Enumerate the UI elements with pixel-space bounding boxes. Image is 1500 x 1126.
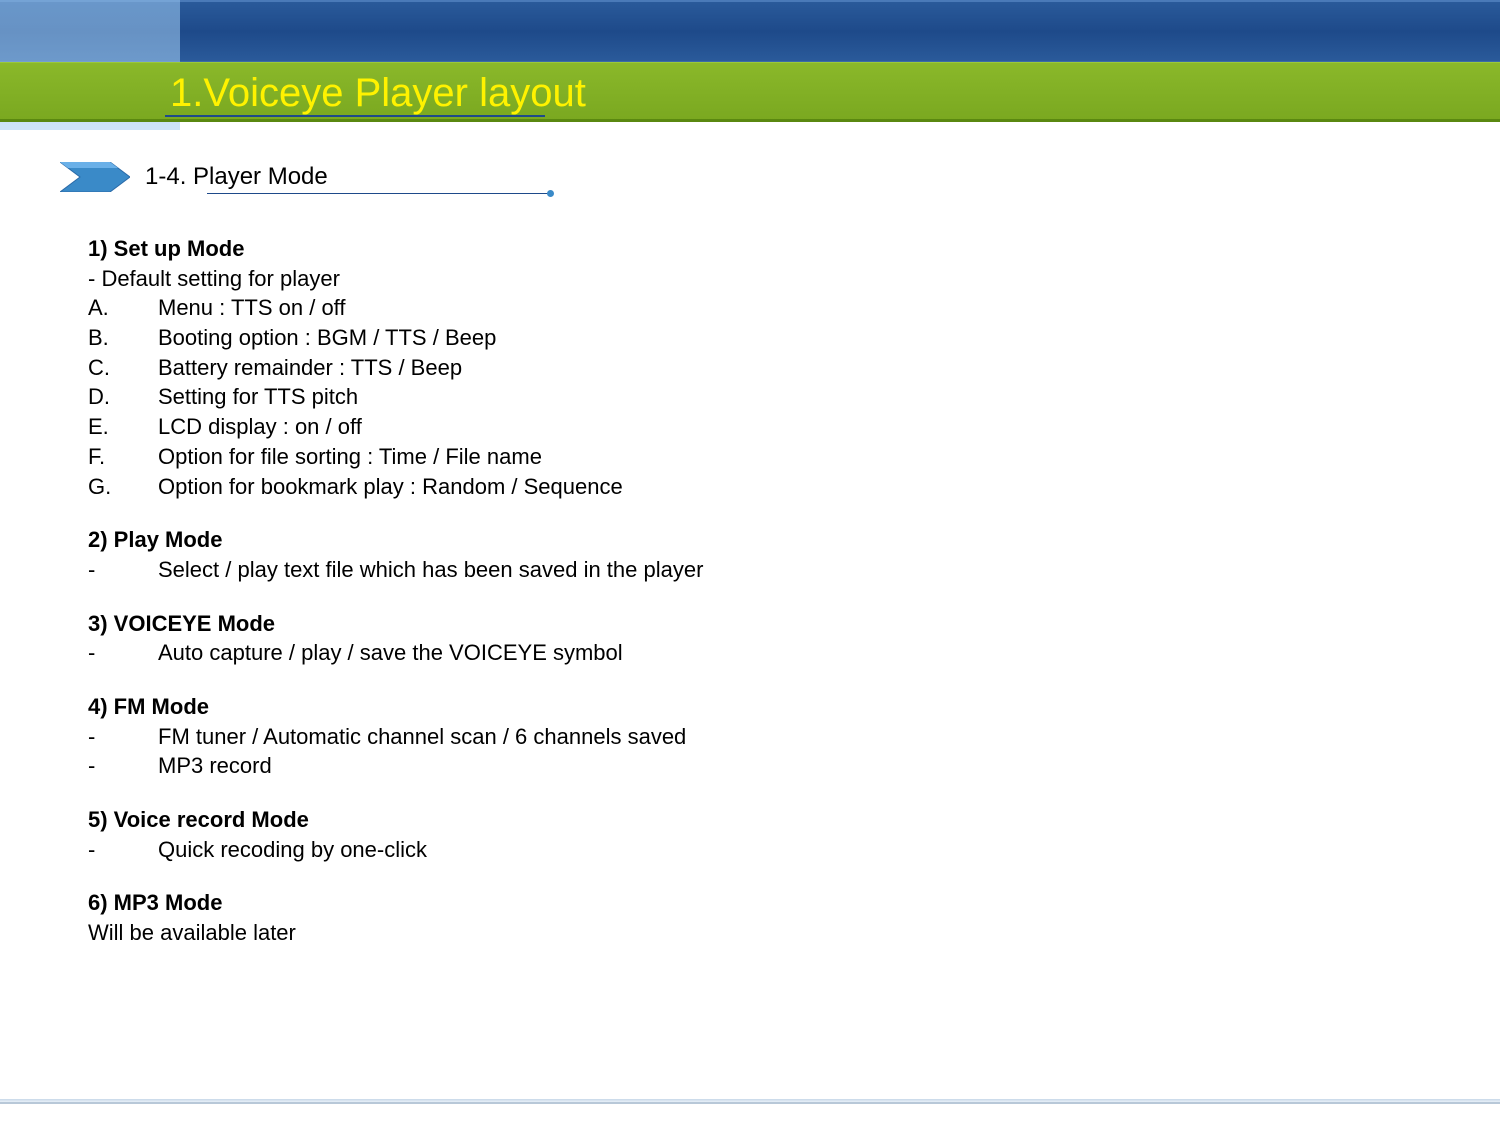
slide-title: 1.Voiceye Player layout xyxy=(0,63,1500,123)
section-title: 5) Voice record Mode xyxy=(88,805,1500,835)
list-item: C.Battery remainder : TTS / Beep xyxy=(88,353,1500,383)
subtitle-text: 1-4. Player Mode xyxy=(145,163,328,191)
item-label: G. xyxy=(88,472,158,502)
item-label: F. xyxy=(88,442,158,472)
item-text: Battery remainder : TTS / Beep xyxy=(158,353,462,383)
item-label: C. xyxy=(88,353,158,383)
subtitle-dot-icon xyxy=(547,190,554,197)
list-item: -Auto capture / play / save the VOICEYE … xyxy=(88,638,1500,668)
item-text: Booting option : BGM / TTS / Beep xyxy=(158,323,496,353)
subtitle-row: 1-4. Player Mode xyxy=(60,162,1500,192)
section-title: 3) VOICEYE Mode xyxy=(88,609,1500,639)
section-setup-mode: 1) Set up Mode - Default setting for pla… xyxy=(88,234,1500,501)
list-item: -Quick recoding by one-click xyxy=(88,835,1500,865)
item-text: Auto capture / play / save the VOICEYE s… xyxy=(158,638,623,668)
item-label: E. xyxy=(88,412,158,442)
section-voice-record-mode: 5) Voice record Mode -Quick recoding by … xyxy=(88,805,1500,864)
item-label: - xyxy=(88,835,158,865)
section-trailing-text: Will be available later xyxy=(88,918,1500,948)
section-title: 4) FM Mode xyxy=(88,692,1500,722)
item-label: - xyxy=(88,722,158,752)
item-label: A. xyxy=(88,293,158,323)
item-text: Option for file sorting : Time / File na… xyxy=(158,442,542,472)
item-label: B. xyxy=(88,323,158,353)
list-item: G.Option for bookmark play : Random / Se… xyxy=(88,472,1500,502)
section-play-mode: 2) Play Mode -Select / play text file wh… xyxy=(88,525,1500,584)
item-text: Quick recoding by one-click xyxy=(158,835,427,865)
item-label: - xyxy=(88,638,158,668)
item-text: FM tuner / Automatic channel scan / 6 ch… xyxy=(158,722,686,752)
section-fm-mode: 4) FM Mode -FM tuner / Automatic channel… xyxy=(88,692,1500,781)
list-item: -Select / play text file which has been … xyxy=(88,555,1500,585)
section-title: 6) MP3 Mode xyxy=(88,888,1500,918)
item-label: - xyxy=(88,751,158,781)
list-item: -MP3 record xyxy=(88,751,1500,781)
item-text: Setting for TTS pitch xyxy=(158,382,358,412)
section-title: 2) Play Mode xyxy=(88,525,1500,555)
list-item: A.Menu : TTS on / off xyxy=(88,293,1500,323)
content-body: 1) Set up Mode - Default setting for pla… xyxy=(88,234,1500,948)
list-item: B.Booting option : BGM / TTS / Beep xyxy=(88,323,1500,353)
item-text: Option for bookmark play : Random / Sequ… xyxy=(158,472,623,502)
top-blue-bar xyxy=(0,0,1500,62)
section-voiceye-mode: 3) VOICEYE Mode -Auto capture / play / s… xyxy=(88,609,1500,668)
item-label: D. xyxy=(88,382,158,412)
section-plain-line: - Default setting for player xyxy=(88,264,1500,294)
bottom-bar xyxy=(0,1102,1500,1126)
item-text: Menu : TTS on / off xyxy=(158,293,346,323)
list-item: D.Setting for TTS pitch xyxy=(88,382,1500,412)
title-bar: 1.Voiceye Player layout xyxy=(0,62,1500,122)
item-text: Select / play text file which has been s… xyxy=(158,555,703,585)
item-text: MP3 record xyxy=(158,751,272,781)
item-label: - xyxy=(88,555,158,585)
subtitle-marker-icon xyxy=(60,162,130,192)
list-item: -FM tuner / Automatic channel scan / 6 c… xyxy=(88,722,1500,752)
list-item: F.Option for file sorting : Time / File … xyxy=(88,442,1500,472)
section-title: 1) Set up Mode xyxy=(88,234,1500,264)
item-text: LCD display : on / off xyxy=(158,412,362,442)
list-item: E.LCD display : on / off xyxy=(88,412,1500,442)
section-mp3-mode: 6) MP3 Mode Will be available later xyxy=(88,888,1500,947)
subtitle-underline xyxy=(207,193,552,194)
